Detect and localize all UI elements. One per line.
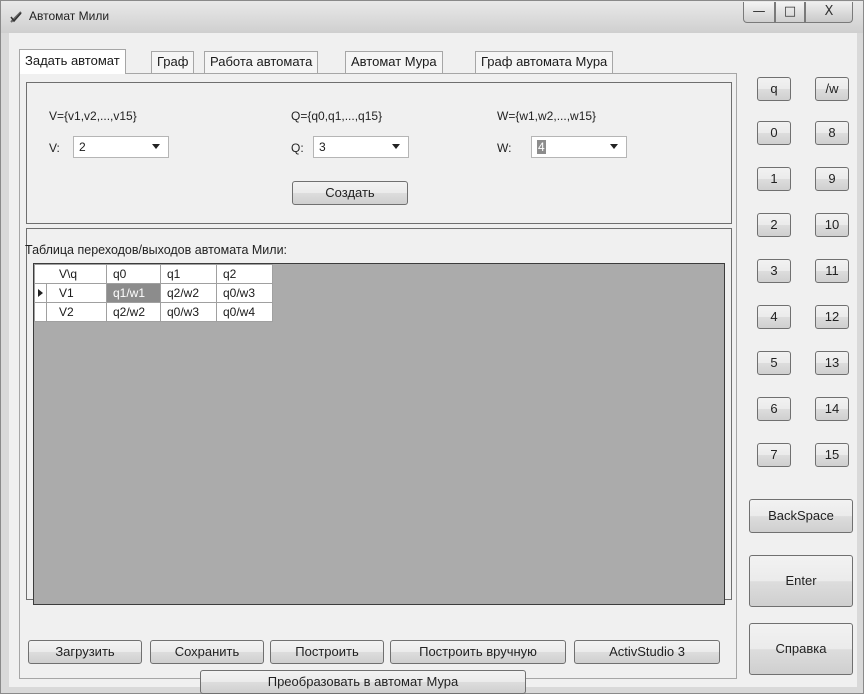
column-header-q1[interactable]: q1 bbox=[160, 264, 217, 284]
build-manual-button[interactable]: Построить вручную bbox=[390, 640, 566, 664]
digit-4-button[interactable]: 4 bbox=[757, 305, 791, 329]
transition-table-group: Таблица переходов/выходов автомата Мили:… bbox=[25, 228, 732, 605]
digit-2-button[interactable]: 2 bbox=[757, 213, 791, 237]
current-row-icon bbox=[38, 289, 43, 297]
app-icon bbox=[10, 11, 22, 23]
save-button[interactable]: Сохранить bbox=[150, 640, 264, 664]
digit-15-button[interactable]: 15 bbox=[815, 443, 849, 467]
tab-page-set-automaton: V={v1,v2,...,v15} Q={q0,q1,...,q15} W={w… bbox=[19, 73, 737, 694]
v-set-label: V={v1,v2,...,v15} bbox=[49, 109, 137, 123]
q-button[interactable]: q bbox=[757, 77, 791, 101]
enter-button[interactable]: Enter bbox=[749, 555, 853, 607]
digit-1-button[interactable]: 1 bbox=[757, 167, 791, 191]
build-button[interactable]: Построить bbox=[270, 640, 384, 664]
window-title: Автомат Мили bbox=[29, 9, 110, 23]
digit-5-button[interactable]: 5 bbox=[757, 351, 791, 375]
create-button[interactable]: Создать bbox=[292, 181, 408, 205]
w-count-value: 4 bbox=[537, 140, 546, 154]
row-header-v1: V1 bbox=[46, 283, 107, 303]
title-bar: Автомат Мили — □ X bbox=[1, 1, 863, 33]
table-cell[interactable]: q0/w3 bbox=[216, 283, 273, 303]
w-button[interactable]: /w bbox=[815, 77, 849, 101]
digit-0-button[interactable]: 0 bbox=[757, 121, 791, 145]
load-button[interactable]: Загрузить bbox=[28, 640, 142, 664]
tab-graph[interactable]: Граф bbox=[151, 51, 195, 73]
table-cell[interactable]: q2/w2 bbox=[106, 302, 161, 322]
table-row: V2 q2/w2 q0/w3 q0/w4 bbox=[34, 302, 273, 322]
corner-header: V\q bbox=[34, 264, 107, 284]
table-cell[interactable]: q2/w2 bbox=[160, 283, 217, 303]
row-selector[interactable] bbox=[34, 283, 47, 303]
chevron-down-icon bbox=[152, 144, 160, 149]
table-header-row: V\q q0 q1 q2 bbox=[34, 264, 273, 284]
minimize-icon: — bbox=[752, 4, 766, 19]
digit-8-button[interactable]: 8 bbox=[815, 121, 849, 145]
table-cell[interactable]: q0/w4 bbox=[216, 302, 273, 322]
tab-moore-automaton[interactable]: Автомат Мура bbox=[345, 51, 443, 73]
q-combo-label: Q: bbox=[291, 141, 304, 155]
column-header-q0[interactable]: q0 bbox=[106, 264, 161, 284]
parameters-group: V={v1,v2,...,v15} Q={q0,q1,...,q15} W={w… bbox=[26, 82, 732, 224]
digit-7-button[interactable]: 7 bbox=[757, 443, 791, 467]
transition-grid[interactable]: V\q q0 q1 q2 V1 q1/w1 q2/w2 q0/w3 V2 q2/… bbox=[33, 263, 725, 605]
row-header-v2: V2 bbox=[46, 302, 107, 322]
table-cell[interactable]: q1/w1 bbox=[106, 283, 161, 303]
chevron-down-icon bbox=[610, 144, 618, 149]
digit-10-button[interactable]: 10 bbox=[815, 213, 849, 237]
app-window: Автомат Мили — □ X Задать автомат Граф Р… bbox=[0, 0, 864, 694]
minimize-button[interactable]: — bbox=[743, 2, 775, 23]
w-set-label: W={w1,w2,...,w15} bbox=[497, 109, 597, 123]
digit-3-button[interactable]: 3 bbox=[757, 259, 791, 283]
q-count-combo[interactable]: 3 bbox=[313, 136, 409, 158]
client-area: Задать автомат Граф Работа автомата Авто… bbox=[9, 33, 857, 694]
tab-automaton-work[interactable]: Работа автомата bbox=[204, 51, 319, 73]
row-selector[interactable] bbox=[34, 302, 47, 322]
v-combo-label: V: bbox=[49, 141, 60, 155]
convert-to-moore-button[interactable]: Преобразовать в автомат Мура bbox=[200, 670, 526, 694]
v-count-combo[interactable]: 2 bbox=[73, 136, 169, 158]
maximize-button[interactable]: □ bbox=[775, 2, 805, 23]
q-set-label: Q={q0,q1,...,q15} bbox=[291, 109, 383, 123]
q-count-value: 3 bbox=[319, 140, 326, 154]
v-count-value: 2 bbox=[79, 140, 86, 154]
close-button[interactable]: X bbox=[805, 2, 853, 23]
digit-11-button[interactable]: 11 bbox=[815, 259, 849, 283]
digit-14-button[interactable]: 14 bbox=[815, 397, 849, 421]
digit-13-button[interactable]: 13 bbox=[815, 351, 849, 375]
tab-moore-graph[interactable]: Граф автомата Мура bbox=[475, 51, 614, 73]
column-header-q2[interactable]: q2 bbox=[216, 264, 273, 284]
table-title: Таблица переходов/выходов автомата Мили: bbox=[25, 243, 288, 257]
maximize-icon: □ bbox=[783, 4, 797, 19]
tab-set-automaton[interactable]: Задать автомат bbox=[19, 49, 126, 74]
activstudio-button[interactable]: ActivStudio 3 bbox=[574, 640, 720, 664]
digit-12-button[interactable]: 12 bbox=[815, 305, 849, 329]
table-row: V1 q1/w1 q2/w2 q0/w3 bbox=[34, 283, 273, 303]
help-button[interactable]: Справка bbox=[749, 623, 853, 675]
digit-9-button[interactable]: 9 bbox=[815, 167, 849, 191]
backspace-button[interactable]: BackSpace bbox=[749, 499, 853, 533]
digit-6-button[interactable]: 6 bbox=[757, 397, 791, 421]
w-combo-label: W: bbox=[497, 141, 512, 155]
transition-table: V\q q0 q1 q2 V1 q1/w1 q2/w2 q0/w3 V2 q2/… bbox=[34, 264, 273, 322]
close-icon: X bbox=[824, 4, 834, 19]
w-count-combo[interactable]: 4 bbox=[531, 136, 627, 158]
table-cell[interactable]: q0/w3 bbox=[160, 302, 217, 322]
chevron-down-icon bbox=[392, 144, 400, 149]
